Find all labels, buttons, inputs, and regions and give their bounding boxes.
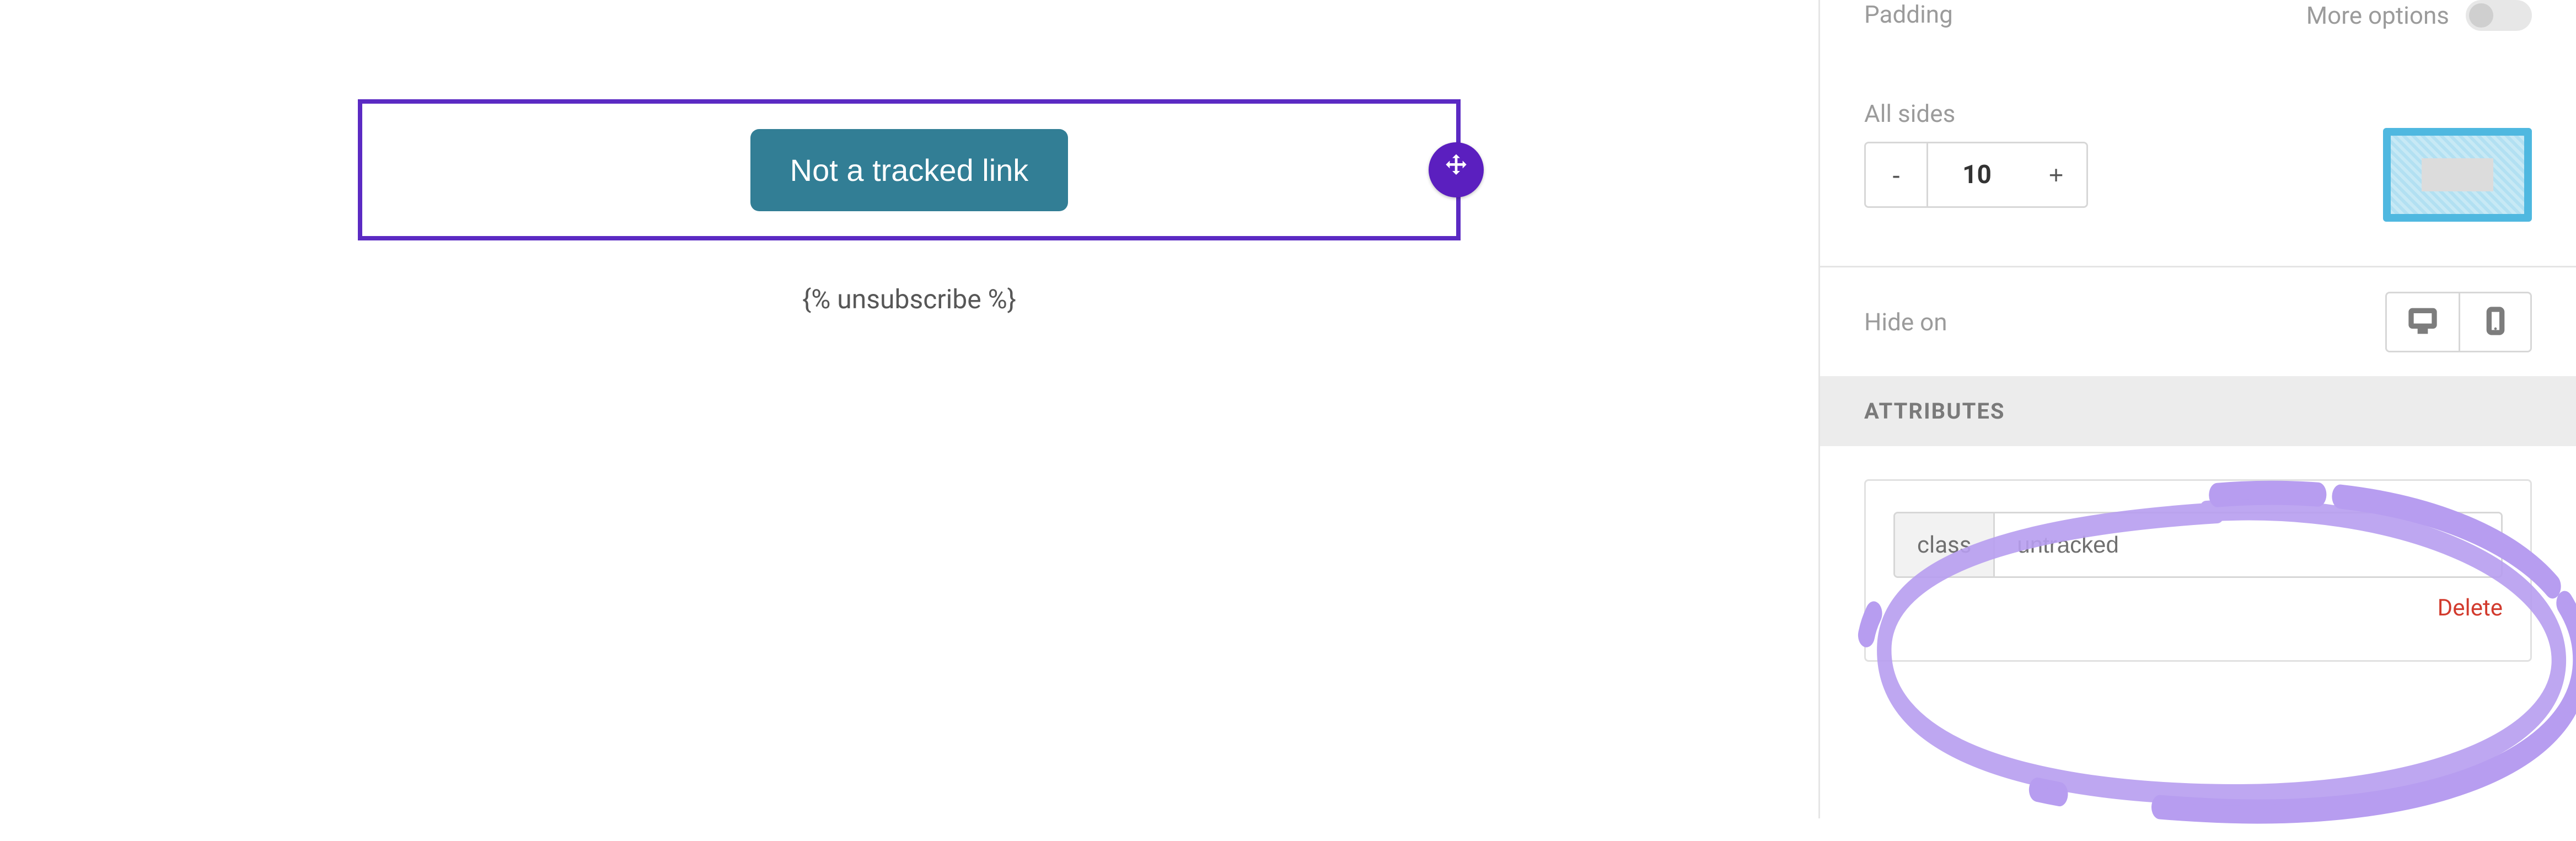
- padding-increment-button[interactable]: +: [2026, 143, 2086, 206]
- padding-stepper: - 10 +: [1864, 142, 2088, 208]
- padding-header-row: Padding More options: [1820, 0, 2576, 77]
- attribute-delete-button[interactable]: Delete: [1893, 594, 2503, 622]
- hide-desktop-button[interactable]: [2387, 293, 2459, 351]
- selected-block[interactable]: Not a tracked link: [358, 99, 1461, 240]
- attribute-card: class Delete: [1864, 479, 2532, 662]
- attributes-section-header: ATTRIBUTES: [1820, 376, 2576, 446]
- unsubscribe-token: {% unsubscribe %}: [358, 283, 1461, 315]
- move-icon: [1441, 152, 1472, 189]
- padding-preview-inner: [2422, 158, 2493, 191]
- desktop-icon: [2407, 306, 2438, 338]
- attribute-value-input[interactable]: [1995, 513, 2501, 576]
- padding-label: Padding: [1864, 0, 1953, 29]
- all-sides-label: All sides: [1864, 99, 1955, 128]
- cta-button[interactable]: Not a tracked link: [750, 129, 1069, 211]
- attribute-key-label: class: [1895, 513, 1995, 576]
- padding-decrement-button[interactable]: -: [1866, 143, 1926, 206]
- move-handle[interactable]: [1429, 142, 1484, 197]
- padding-value[interactable]: 10: [1926, 143, 2026, 206]
- mobile-icon: [2480, 306, 2511, 338]
- padding-preview: [2383, 128, 2532, 222]
- hide-mobile-button[interactable]: [2459, 293, 2530, 351]
- more-options-toggle[interactable]: [2466, 0, 2532, 31]
- attribute-row: class: [1893, 512, 2503, 578]
- properties-sidebar: Padding More options All sides - 10 +: [1818, 0, 2576, 818]
- more-options-label: More options: [2306, 1, 2449, 30]
- toggle-knob: [2469, 3, 2493, 28]
- editor-canvas: Not a tracked link {% unsubscribe %}: [0, 0, 1818, 818]
- hide-on-buttons: [2385, 292, 2532, 352]
- hide-on-label: Hide on: [1864, 308, 1947, 336]
